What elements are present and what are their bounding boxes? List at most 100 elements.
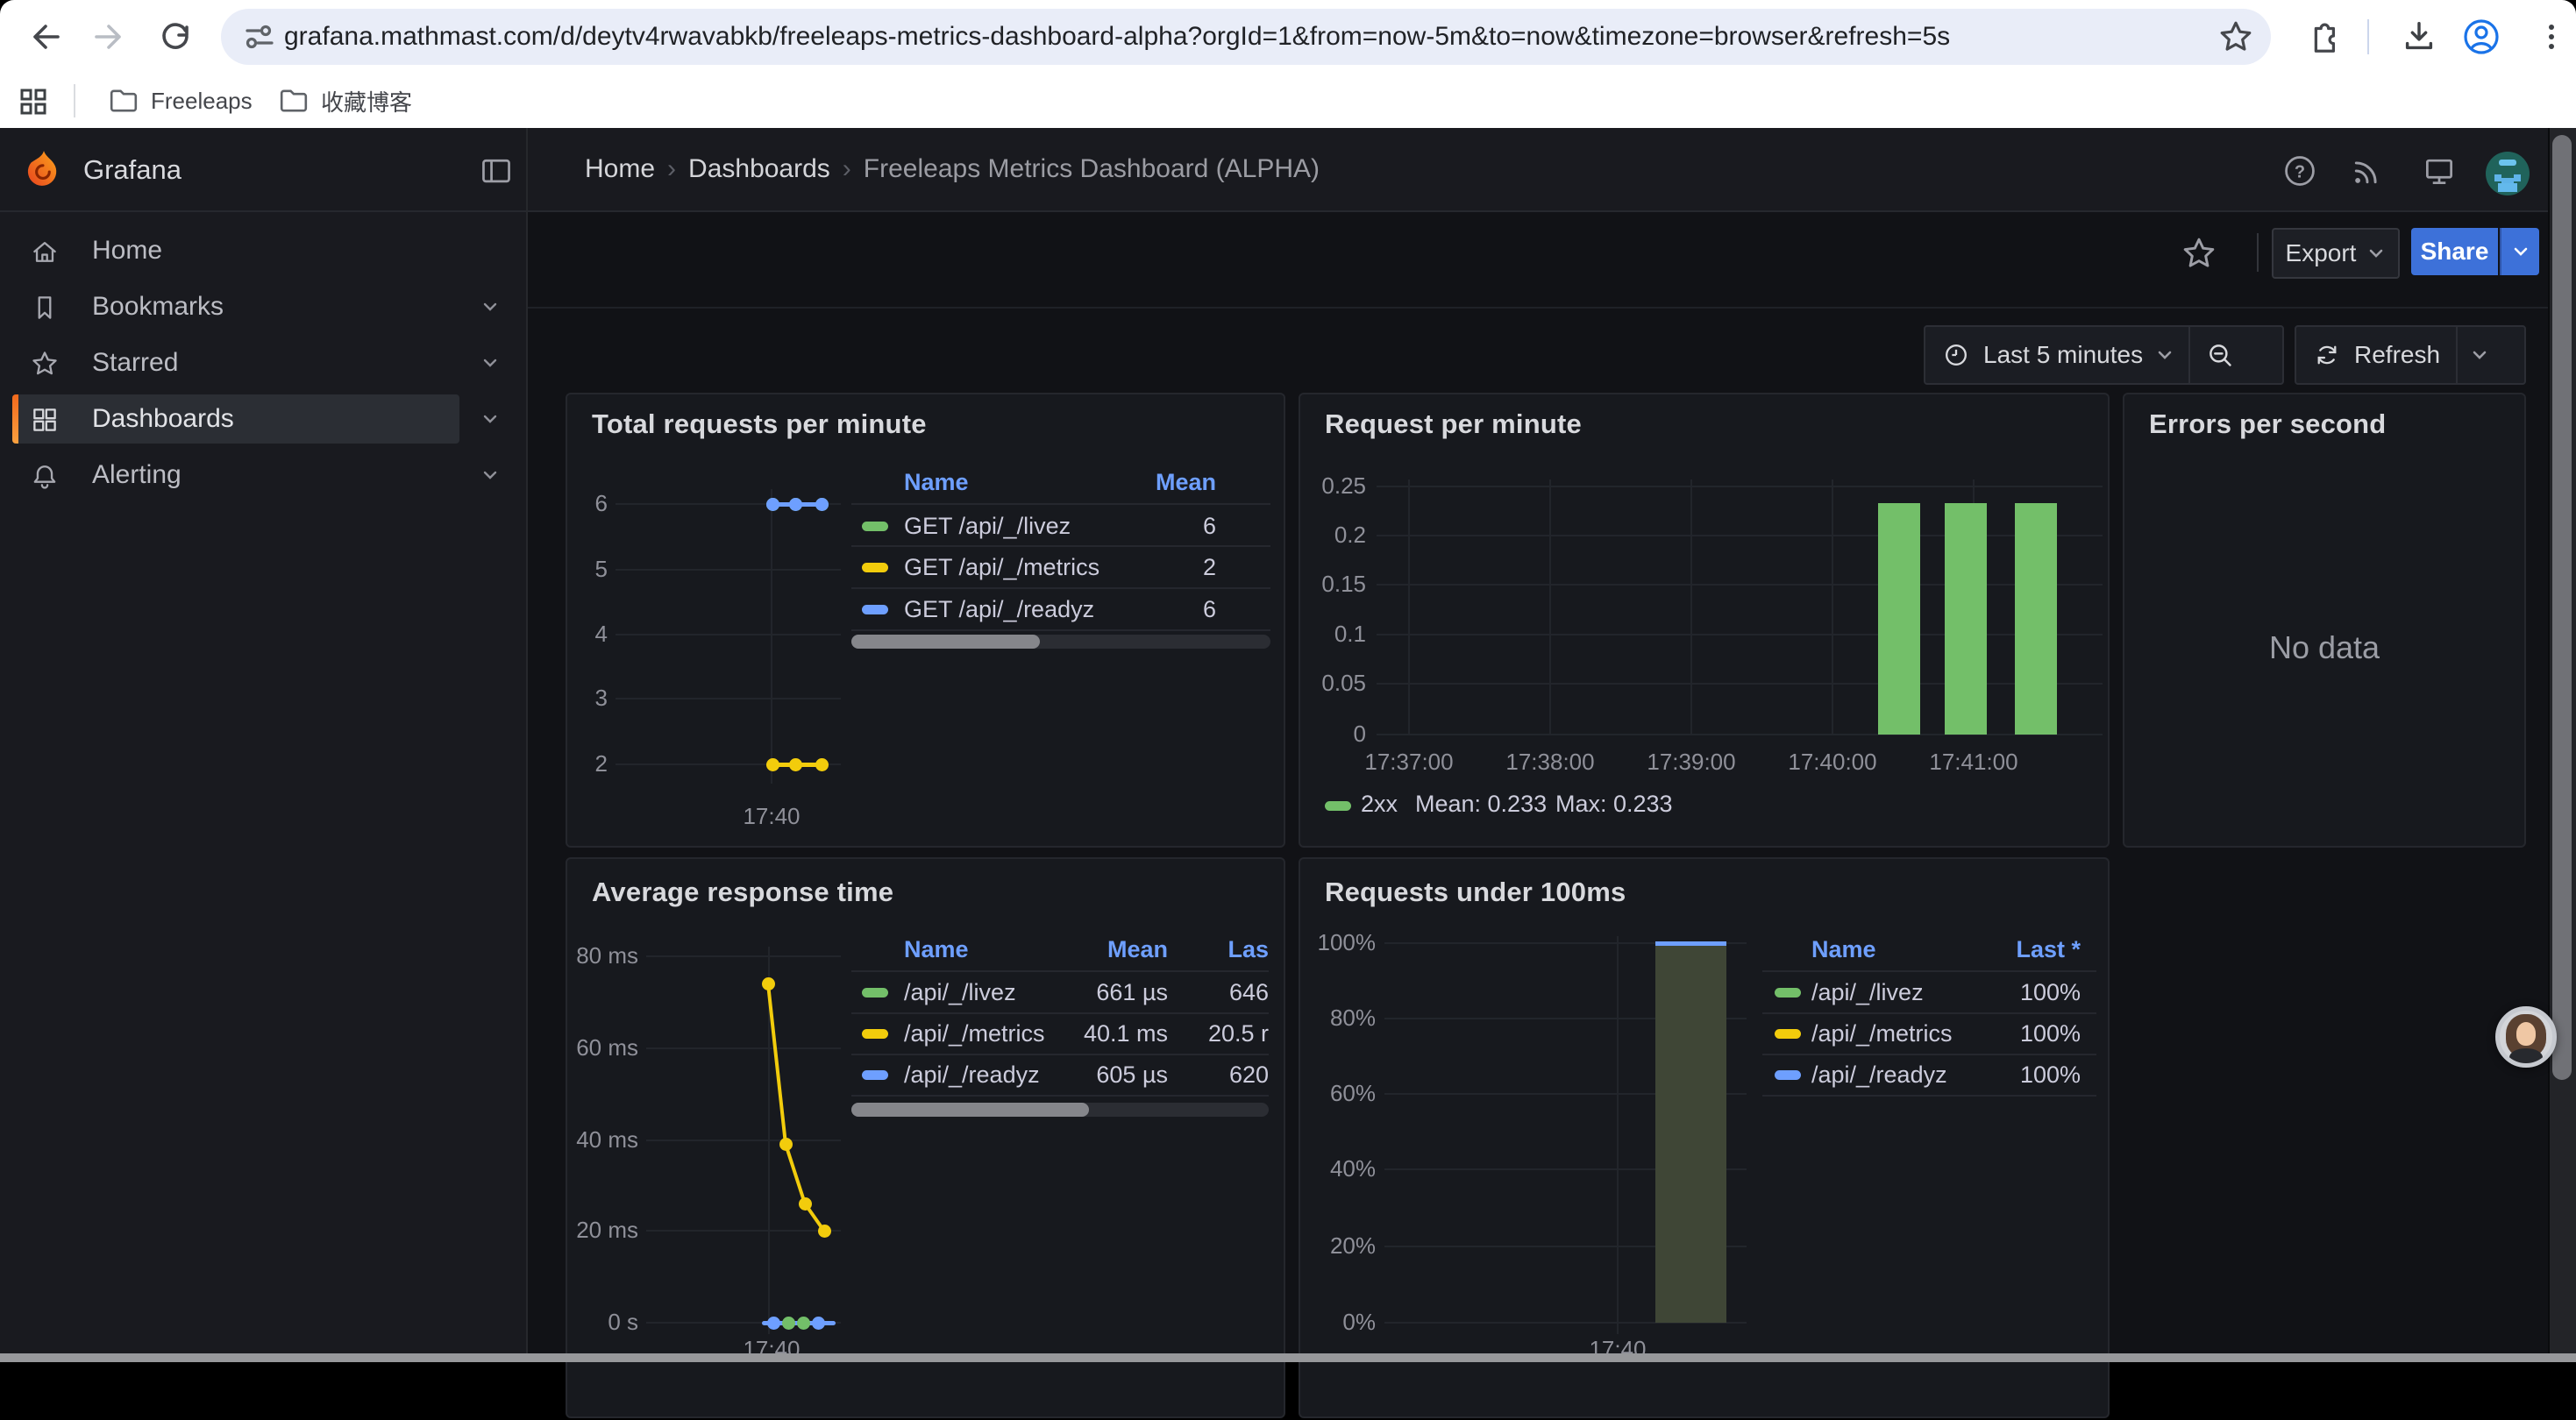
series-point — [812, 1317, 825, 1330]
assistant-avatar[interactable] — [2495, 1006, 2557, 1068]
site-settings-icon[interactable] — [242, 19, 277, 54]
export-button[interactable]: Export — [2272, 228, 2400, 279]
forward-icon[interactable] — [91, 18, 130, 56]
sidebar-item-alerting[interactable]: Alerting — [0, 451, 526, 500]
panel-total-requests-per-minute[interactable]: Total requests per minute 6543217:40Name… — [566, 393, 1285, 848]
chevron-down-icon[interactable] — [480, 409, 500, 429]
sidebar-item-highlight — [12, 394, 459, 444]
kiosk-monitor-icon[interactable] — [2422, 153, 2457, 188]
gridline — [1549, 479, 1551, 735]
chevron-down-icon[interactable] — [2155, 345, 2174, 365]
legend-scrollbar-track[interactable] — [851, 1103, 1269, 1117]
news-rss-icon[interactable] — [2350, 153, 2385, 188]
breadcrumb: Home › Dashboards › Freeleaps Metrics Da… — [585, 154, 1320, 184]
gridline — [1377, 734, 2103, 735]
breadcrumb-dashboards[interactable]: Dashboards — [688, 154, 830, 184]
area-fill — [1655, 943, 1726, 1323]
gridline — [771, 489, 772, 784]
panel-title: Average response time — [592, 877, 893, 908]
sidebar-item-home[interactable]: Home — [0, 226, 526, 275]
legend-column-header: Las — [1058, 936, 1269, 963]
series-point — [815, 498, 829, 511]
panel-title: Requests under 100ms — [1325, 877, 1626, 908]
time-range-label[interactable]: Last 5 minutes — [1983, 341, 2143, 369]
sidebar-collapse-icon[interactable] — [479, 154, 514, 189]
favorite-star-icon[interactable] — [2181, 236, 2217, 271]
bookmark-star-icon[interactable] — [2218, 19, 2253, 54]
bell-icon — [30, 461, 60, 491]
sidebar-item-starred[interactable]: Starred — [0, 338, 526, 387]
gridline — [1690, 479, 1692, 735]
legend-scrollbar-thumb[interactable] — [851, 1103, 1089, 1117]
breadcrumb-separator: › — [655, 154, 688, 184]
x-tick-label: 17:38:00 — [1471, 749, 1629, 776]
y-tick-label: 0% — [1300, 1309, 1376, 1336]
y-tick-label: 0.25 — [1300, 472, 1366, 500]
legend-scrollbar-thumb[interactable] — [851, 635, 1040, 649]
y-tick-label: 0.2 — [1300, 522, 1366, 549]
gridline — [646, 1140, 841, 1141]
legend-value: 2 — [1006, 554, 1216, 581]
series-point — [779, 1138, 793, 1151]
profile-icon[interactable] — [2462, 18, 2501, 56]
downloads-icon[interactable] — [2401, 18, 2437, 55]
legend-swatch — [862, 605, 888, 614]
legend-series-name[interactable]: 2xx — [1361, 791, 1398, 818]
sidebar-item-bookmarks[interactable]: Bookmarks — [0, 282, 526, 331]
series-point — [815, 758, 829, 771]
sidebar-item-highlight — [12, 338, 459, 387]
avatar-face — [2516, 1022, 2537, 1045]
url-input[interactable] — [277, 22, 2218, 52]
sidebar-item-dashboards[interactable]: Dashboards — [0, 394, 526, 444]
sidebar-item-label: Bookmarks — [92, 292, 224, 322]
bookmark-folder-blogs[interactable]: 收藏博客 — [277, 84, 412, 117]
legend-swatch — [1775, 1029, 1801, 1039]
y-tick-label: 4 — [567, 621, 608, 648]
gridline — [1832, 479, 1833, 735]
legend-scrollbar-track[interactable] — [851, 635, 1270, 649]
gridline — [616, 569, 841, 571]
apps-grid-icon[interactable] — [16, 84, 51, 119]
legend-value: 620 — [1058, 1061, 1269, 1089]
user-avatar[interactable] — [2486, 152, 2530, 195]
help-icon[interactable]: ? — [2282, 153, 2317, 188]
apps-icon — [30, 405, 60, 435]
chevron-down-icon — [2511, 242, 2530, 261]
breadcrumb-home[interactable]: Home — [585, 154, 655, 184]
chevron-down-icon[interactable] — [480, 353, 500, 373]
bar-2xx — [1945, 503, 1987, 735]
folder-icon — [277, 84, 310, 117]
panel-average-response-time[interactable]: Average response time 80 ms60 ms40 ms20 … — [566, 857, 1285, 1418]
gridline — [768, 947, 770, 1334]
extensions-icon[interactable] — [2304, 18, 2341, 55]
back-icon[interactable] — [25, 18, 63, 56]
chevron-down-icon[interactable] — [480, 297, 500, 316]
share-dropdown-button[interactable] — [2500, 228, 2539, 275]
y-tick-label: 5 — [567, 556, 608, 583]
refresh-interval-dropdown[interactable] — [2470, 345, 2489, 365]
panel-request-per-minute[interactable]: Request per minute 2xx Mean: 0.233 Max: … — [1299, 393, 2110, 848]
chevron-down-icon[interactable] — [480, 465, 500, 485]
grafana-logo[interactable] — [23, 149, 65, 191]
reload-icon[interactable] — [156, 18, 195, 56]
legend-column-header: Last * — [1870, 936, 2081, 963]
page-scrollbar-thumb[interactable] — [2552, 135, 2572, 1080]
menu-kebab-icon[interactable] — [2532, 18, 2571, 56]
gridline — [1377, 584, 2103, 586]
y-tick-label: 0.05 — [1300, 670, 1366, 697]
refresh-label[interactable]: Refresh — [2354, 341, 2440, 369]
legend-swatch — [1775, 1070, 1801, 1080]
x-tick-label: 17:39:00 — [1612, 749, 1770, 776]
bookmarks-bar: Freeleaps 收藏博客 — [0, 74, 2576, 128]
horizontal-scrollbar[interactable] — [0, 1353, 2576, 1362]
panel-errors-per-second[interactable]: Errors per second No data — [2123, 393, 2526, 848]
panel-title: Errors per second — [2149, 408, 2386, 440]
bookmark-folder-freeleaps[interactable]: Freeleaps — [107, 84, 253, 117]
sidebar-item-label: Alerting — [92, 460, 181, 490]
url-bar[interactable] — [221, 9, 2271, 65]
series-point — [789, 498, 802, 511]
panel-requests-under-100ms[interactable]: Requests under 100ms 100%80%60%40%20%0%1… — [1299, 857, 2110, 1418]
zoom-out-icon[interactable] — [2204, 339, 2236, 371]
share-button[interactable]: Share — [2411, 228, 2498, 275]
series-point — [766, 758, 779, 771]
